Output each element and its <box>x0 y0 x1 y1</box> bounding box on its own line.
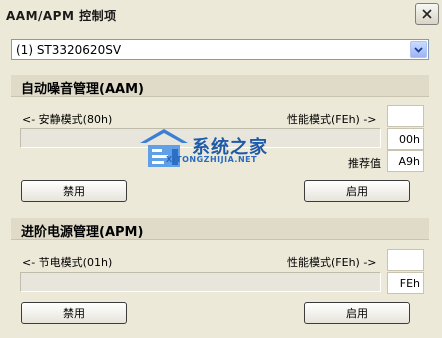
chevron-down-icon <box>414 46 423 53</box>
aam-enable-button[interactable]: 启用 <box>304 180 410 202</box>
apm-section-title: 进阶电源管理(APM) <box>21 225 144 240</box>
aam-current-value: 00h <box>387 128 424 150</box>
aam-recommended-label: 推荐值 <box>348 157 381 170</box>
drive-select[interactable]: (1) ST3320620SV <box>11 39 429 60</box>
window-title: AAM/APM 控制项 <box>6 9 117 23</box>
aam-section-header: 自动噪音管理(AAM) <box>11 75 429 97</box>
aam-performance-label: 性能模式(FEh) -> <box>287 113 377 126</box>
dropdown-button[interactable] <box>410 41 427 58</box>
system-home-logo-icon <box>140 129 188 167</box>
drive-select-value: (1) ST3320620SV <box>16 43 122 57</box>
watermark: 系统之家 XITONGZHIJIA.NET <box>138 125 298 175</box>
watermark-subtitle: XITONGZHIJIA.NET <box>166 155 258 164</box>
close-icon <box>422 9 432 19</box>
title-bar: AAM/APM 控制项 <box>0 0 442 30</box>
apm-section-header: 进阶电源管理(APM) <box>11 218 429 240</box>
aam-recommended-value: A9h <box>387 150 424 172</box>
apm-enable-button[interactable]: 启用 <box>304 302 410 324</box>
apm-current-value: FEh <box>387 272 424 294</box>
aam-section-title: 自动噪音管理(AAM) <box>21 82 144 97</box>
apm-performance-label: 性能模式(FEh) -> <box>287 256 377 269</box>
close-button[interactable] <box>415 3 439 25</box>
aam-disable-button[interactable]: 禁用 <box>21 180 127 202</box>
apm-slider[interactable] <box>20 272 381 292</box>
aam-max-value-box <box>387 105 424 127</box>
aam-quiet-label: <- 安静模式(80h) <box>22 113 113 126</box>
apm-powersave-label: <- 节电模式(01h) <box>22 256 113 269</box>
apm-disable-button[interactable]: 禁用 <box>21 302 127 324</box>
apm-max-value-box <box>387 249 424 271</box>
